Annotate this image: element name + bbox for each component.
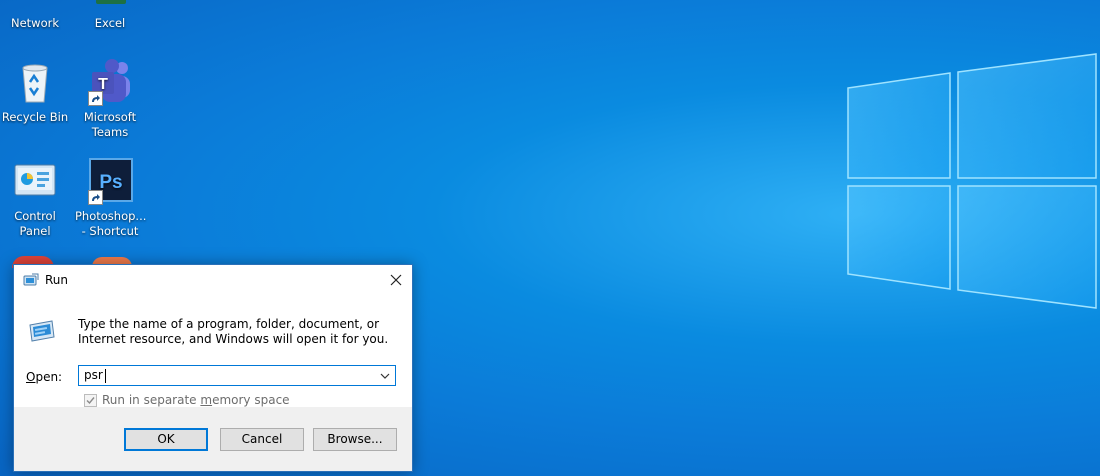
browse-button[interactable]: Browse... xyxy=(313,428,397,451)
teams-icon: T xyxy=(86,58,134,106)
run-icon xyxy=(23,273,39,286)
dialog-title: Run xyxy=(45,273,69,287)
run-program-icon xyxy=(29,320,55,342)
text-cursor xyxy=(105,369,106,383)
desktop-icon-control-panel[interactable]: Control Panel xyxy=(0,157,70,239)
shortcut-arrow-icon xyxy=(88,91,103,106)
desktop-icon-network[interactable]: Network xyxy=(0,0,70,31)
chevron-down-icon xyxy=(380,373,390,379)
dialog-description: Type the name of a program, folder, docu… xyxy=(78,317,389,346)
open-combobox[interactable]: psr xyxy=(78,365,396,386)
checkbox-label: Run in separate memory space xyxy=(102,393,290,407)
separate-memory-checkbox xyxy=(84,393,97,407)
open-input[interactable]: psr xyxy=(84,368,103,382)
network-icon xyxy=(11,0,59,12)
dropdown-button[interactable] xyxy=(377,367,393,384)
shortcut-arrow-icon xyxy=(88,190,103,205)
desktop-icon-excel[interactable]: X Excel xyxy=(75,0,145,31)
ok-button[interactable]: OK xyxy=(124,428,208,451)
windows-logo xyxy=(847,53,1097,309)
recycle-bin-icon xyxy=(11,58,59,106)
dialog-body: Type the name of a program, folder, docu… xyxy=(14,295,412,407)
checkmark-icon xyxy=(86,396,95,404)
desktop-icon-photoshop[interactable]: Ps Photoshop... - Shortcut xyxy=(75,157,147,239)
desktop-icon-label: Control Panel xyxy=(14,209,56,238)
close-button[interactable] xyxy=(380,265,412,295)
desktop-icon-label: Microsoft Teams xyxy=(83,110,137,139)
desktop-icon-teams[interactable]: T Microsoft Teams xyxy=(75,58,145,140)
desktop-icon-label: Excel xyxy=(94,16,126,30)
control-panel-icon xyxy=(11,157,59,205)
button-bar: OK Cancel Browse... xyxy=(14,407,412,471)
desktop-icon-label: Network xyxy=(10,16,60,30)
title-bar[interactable]: Run xyxy=(14,265,412,295)
photoshop-icon: Ps xyxy=(86,157,134,205)
close-icon xyxy=(390,274,402,286)
cancel-button[interactable]: Cancel xyxy=(220,428,304,451)
excel-icon: X xyxy=(86,0,134,12)
desktop-icon-recycle-bin[interactable]: Recycle Bin xyxy=(0,58,70,125)
separate-memory-checkbox-row: Run in separate memory space xyxy=(84,393,290,407)
open-label: Open: xyxy=(26,370,63,384)
run-dialog: Run Type the name of a program, folder, … xyxy=(13,264,413,472)
desktop-icon-label: Photoshop... - Shortcut xyxy=(75,209,147,238)
desktop-icon-label: Recycle Bin xyxy=(1,110,69,124)
